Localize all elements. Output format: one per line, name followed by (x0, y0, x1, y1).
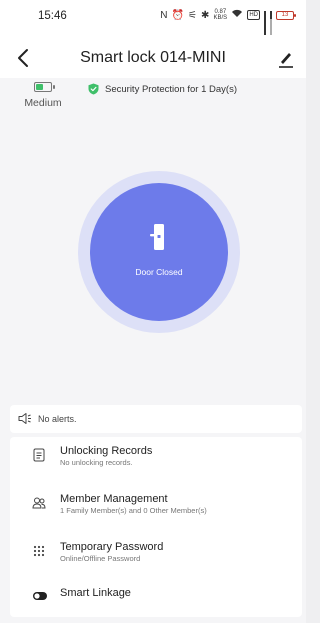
page-title: Smart lock 014-MINI (80, 49, 226, 66)
menu-list: Unlocking Records No unlocking records. … (10, 437, 302, 617)
edit-button[interactable] (276, 47, 296, 69)
menu-item-subtitle: 1 Family Member(s) and 0 Other Member(s) (60, 506, 207, 515)
security-status: Security Protection for 1 Day(s) (88, 83, 237, 95)
network-speed-unit: KB/S (213, 15, 228, 21)
menu-item-title: Member Management (60, 493, 168, 505)
shield-check-icon (88, 83, 99, 95)
bluetooth-icon: ✱ (200, 9, 210, 21)
status-bar: 15:46 N ⏰ ⚟ ✱ 0.87 KB/S HD 13 (0, 0, 306, 38)
status-icons: N ⏰ ⚟ ✱ 0.87 KB/S HD 13 (160, 9, 296, 35)
door-status-button[interactable]: Door Closed (90, 183, 228, 321)
door-icon (150, 224, 164, 250)
alarm-icon: ⏰ (171, 9, 184, 21)
members-icon (32, 497, 46, 509)
phone-screen: 15:46 N ⏰ ⚟ ✱ 0.87 KB/S HD 13 Smart lock… (0, 0, 306, 623)
status-time: 15:46 (38, 10, 67, 22)
wifi-icon (231, 9, 243, 21)
signal-icon-sim1 (264, 10, 266, 35)
alerts-text: No alerts. (38, 414, 77, 424)
battery-fill (36, 84, 43, 90)
menu-item-unlocking-records[interactable]: Unlocking Records No unlocking records. (10, 445, 302, 485)
menu-item-temporary-password[interactable]: Temporary Password Online/Offline Passwo… (10, 541, 302, 581)
keypad-icon (33, 545, 45, 557)
nfc-icon: N (160, 9, 168, 21)
alerts-bar[interactable]: No alerts. (10, 405, 302, 433)
toggle-icon (33, 592, 47, 600)
battery-percent: 13 (281, 11, 289, 18)
door-status-label: Door Closed (135, 267, 183, 277)
signal-icon-sim2 (270, 10, 272, 35)
menu-item-smart-linkage[interactable]: Smart Linkage (10, 587, 302, 623)
menu-item-subtitle: Online/Offline Password (60, 554, 141, 563)
speaker-icon (18, 413, 31, 424)
network-speed: 0.87 KB/S (213, 9, 227, 21)
battery-status: Medium (22, 80, 64, 109)
document-icon (33, 448, 45, 462)
menu-item-title: Temporary Password (60, 541, 164, 553)
menu-item-title: Smart Linkage (60, 587, 131, 599)
menu-item-subtitle: No unlocking records. (60, 458, 133, 467)
vibrate-icon: ⚟ (187, 9, 197, 21)
pencil-icon (279, 53, 293, 68)
menu-item-title: Unlocking Records (60, 445, 153, 457)
menu-item-member-management[interactable]: Member Management 1 Family Member(s) and… (10, 493, 302, 533)
volte-badge: HD (247, 10, 260, 20)
battery-label: Medium (24, 97, 62, 109)
app-header: Smart lock 014-MINI (0, 38, 306, 78)
security-text: Security Protection for 1 Day(s) (105, 83, 237, 95)
battery-status-icon: 13 (276, 10, 296, 20)
battery-icon (34, 82, 55, 92)
